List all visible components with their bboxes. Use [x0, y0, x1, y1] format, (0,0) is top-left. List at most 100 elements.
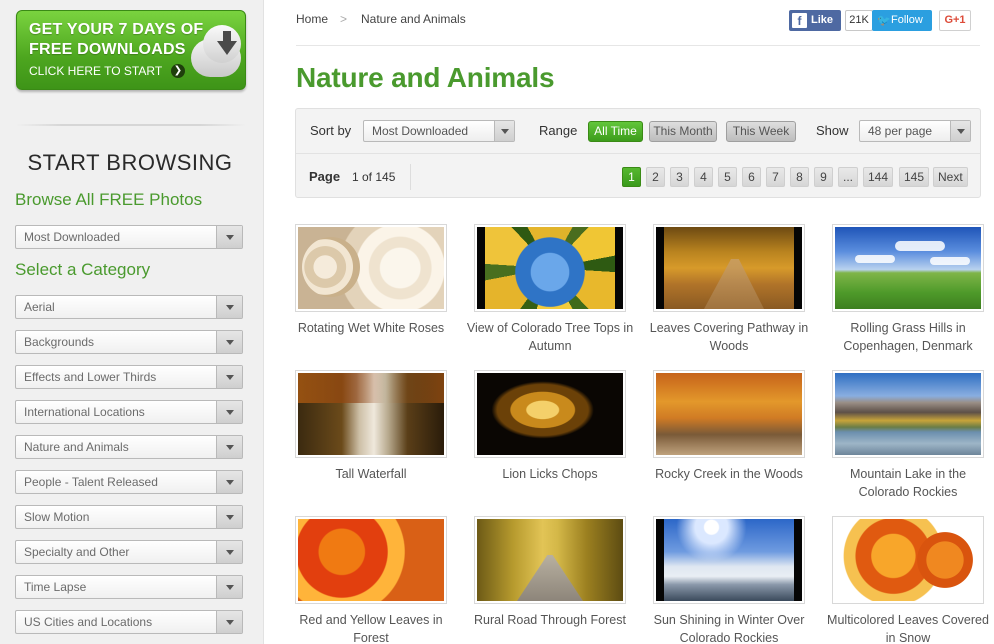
promo-line-2: FREE DOWNLOADS — [29, 41, 186, 58]
facebook-icon: f — [792, 13, 807, 28]
media-title[interactable]: Tall Waterfall — [287, 465, 455, 483]
media-item[interactable]: Sun Shining in Winter Over Colorado Rock… — [653, 516, 805, 644]
browse-sort-value: Most Downloaded — [24, 230, 121, 244]
category-select-people[interactable]: People - Talent Released — [15, 470, 243, 494]
chevron-down-icon[interactable] — [216, 471, 242, 493]
sort-by-select[interactable]: Most Downloaded — [363, 120, 515, 142]
media-thumbnail[interactable] — [653, 516, 805, 604]
category-select-effects[interactable]: Effects and Lower Thirds — [15, 365, 243, 389]
page-link-144[interactable]: 144 — [863, 167, 894, 187]
media-title[interactable]: Rural Road Through Forest — [466, 611, 634, 629]
category-select-aerial[interactable]: Aerial — [15, 295, 243, 319]
chevron-down-icon[interactable] — [216, 541, 242, 563]
per-page-select[interactable]: 48 per page — [859, 120, 971, 142]
media-thumbnail[interactable] — [295, 516, 447, 604]
media-item[interactable]: Lion Licks Chops — [474, 370, 626, 483]
chevron-down-icon[interactable] — [950, 121, 970, 141]
filter-toolbar: Sort by Most Downloaded Range All Time T… — [295, 108, 981, 198]
media-title[interactable]: Sun Shining in Winter Over Colorado Rock… — [645, 611, 813, 644]
range-this-week-button[interactable]: This Week — [726, 121, 796, 142]
chevron-down-icon[interactable] — [216, 576, 242, 598]
breadcrumb-home-link[interactable]: Home — [296, 12, 328, 26]
media-title[interactable]: Mountain Lake in the Colorado Rockies — [824, 465, 992, 501]
page-link-7[interactable]: 7 — [766, 167, 785, 187]
chevron-down-icon[interactable] — [494, 121, 514, 141]
page-link-5[interactable]: 5 — [718, 167, 737, 187]
page-link-6[interactable]: 6 — [742, 167, 761, 187]
range-this-month-button[interactable]: This Month — [649, 121, 717, 142]
category-label: Nature and Animals — [24, 440, 129, 454]
chevron-down-icon[interactable] — [216, 331, 242, 353]
media-item[interactable]: View of Colorado Tree Tops in Autumn — [467, 224, 633, 355]
media-item[interactable]: Mountain Lake in the Colorado Rockies — [832, 370, 984, 501]
category-label: International Locations — [24, 405, 145, 419]
media-title[interactable]: Multicolored Leaves Covered in Snow — [824, 611, 992, 644]
category-select-us-cities[interactable]: US Cities and Locations — [15, 610, 243, 634]
chevron-down-icon[interactable] — [216, 226, 242, 248]
page-link-9[interactable]: 9 — [814, 167, 833, 187]
media-thumbnail[interactable] — [832, 370, 984, 458]
chevron-down-icon[interactable] — [216, 366, 242, 388]
media-item[interactable]: Red and Yellow Leaves in Forest — [295, 516, 447, 644]
page-link-3[interactable]: 3 — [670, 167, 689, 187]
media-thumbnail[interactable] — [295, 224, 447, 312]
category-select-time-lapse[interactable]: Time Lapse — [15, 575, 243, 599]
media-title[interactable]: Lion Licks Chops — [466, 465, 634, 483]
page-ellipsis: ... — [838, 167, 859, 187]
media-title[interactable]: Leaves Covering Pathway in Woods — [645, 319, 813, 355]
page-link-1[interactable]: 1 — [622, 167, 641, 187]
page-link-8[interactable]: 8 — [790, 167, 809, 187]
media-thumbnail[interactable] — [295, 370, 447, 458]
category-select-nature[interactable]: Nature and Animals — [15, 435, 243, 459]
next-page-link[interactable]: Next — [933, 167, 968, 187]
media-thumbnail[interactable] — [474, 516, 626, 604]
media-thumbnail[interactable] — [474, 224, 626, 312]
chevron-down-icon[interactable] — [216, 296, 242, 318]
twitter-follow-button[interactable]: 🐦 Follow — [872, 10, 932, 31]
media-thumbnail[interactable] — [653, 370, 805, 458]
category-select-backgrounds[interactable]: Backgrounds — [15, 330, 243, 354]
media-thumbnail[interactable] — [474, 370, 626, 458]
page-link-4[interactable]: 4 — [694, 167, 713, 187]
media-item[interactable]: Rotating Wet White Roses — [295, 224, 447, 337]
cloud-download-icon — [185, 23, 245, 79]
category-select-international[interactable]: International Locations — [15, 400, 243, 424]
show-label: Show — [816, 123, 849, 138]
category-label: People - Talent Released — [24, 475, 158, 489]
media-item[interactable]: Tall Waterfall — [295, 370, 447, 483]
google-plus-button[interactable]: G+1 — [939, 10, 971, 31]
facebook-like-button[interactable]: f Like — [789, 10, 841, 31]
page: GET YOUR 7 DAYS OF FREE DOWNLOADS CLICK … — [0, 0, 994, 644]
media-thumbnail[interactable] — [832, 516, 984, 604]
media-item[interactable]: Leaves Covering Pathway in Woods — [650, 224, 808, 355]
chevron-down-icon[interactable] — [216, 401, 242, 423]
browse-sort-select[interactable]: Most Downloaded — [15, 225, 243, 249]
browse-all-heading: Browse All FREE Photos — [15, 190, 203, 209]
chevron-down-icon[interactable] — [216, 611, 242, 633]
chevron-right-icon: ❯ — [171, 64, 185, 78]
media-item[interactable]: Rolling Grass Hills in Copenhagen, Denma… — [832, 224, 984, 355]
media-title[interactable]: View of Colorado Tree Tops in Autumn — [466, 319, 634, 355]
category-select-slow-motion[interactable]: Slow Motion — [15, 505, 243, 529]
media-thumbnail[interactable] — [653, 224, 805, 312]
media-title[interactable]: Rocky Creek in the Woods — [645, 465, 813, 483]
category-select-specialty[interactable]: Specialty and Other — [15, 540, 243, 564]
media-item[interactable]: Rocky Creek in the Woods — [653, 370, 805, 483]
media-thumbnail[interactable] — [832, 224, 984, 312]
category-label: Aerial — [24, 300, 55, 314]
chevron-down-icon[interactable] — [216, 506, 242, 528]
media-title[interactable]: Red and Yellow Leaves in Forest — [287, 611, 455, 644]
sort-by-value: Most Downloaded — [372, 124, 469, 138]
media-title[interactable]: Rolling Grass Hills in Copenhagen, Denma… — [824, 319, 992, 355]
media-item[interactable]: Rural Road Through Forest — [474, 516, 626, 629]
media-item[interactable]: Multicolored Leaves Covered in Snow — [827, 516, 989, 644]
free-downloads-promo-banner[interactable]: GET YOUR 7 DAYS OF FREE DOWNLOADS CLICK … — [16, 10, 246, 90]
toolbar-divider — [296, 153, 980, 154]
page-link-145[interactable]: 145 — [899, 167, 930, 187]
category-label: Specialty and Other — [24, 545, 130, 559]
page-link-2[interactable]: 2 — [646, 167, 665, 187]
media-title[interactable]: Rotating Wet White Roses — [287, 319, 455, 337]
chevron-down-icon[interactable] — [216, 436, 242, 458]
breadcrumb-current: Nature and Animals — [361, 12, 466, 26]
range-all-time-button[interactable]: All Time — [588, 121, 643, 142]
